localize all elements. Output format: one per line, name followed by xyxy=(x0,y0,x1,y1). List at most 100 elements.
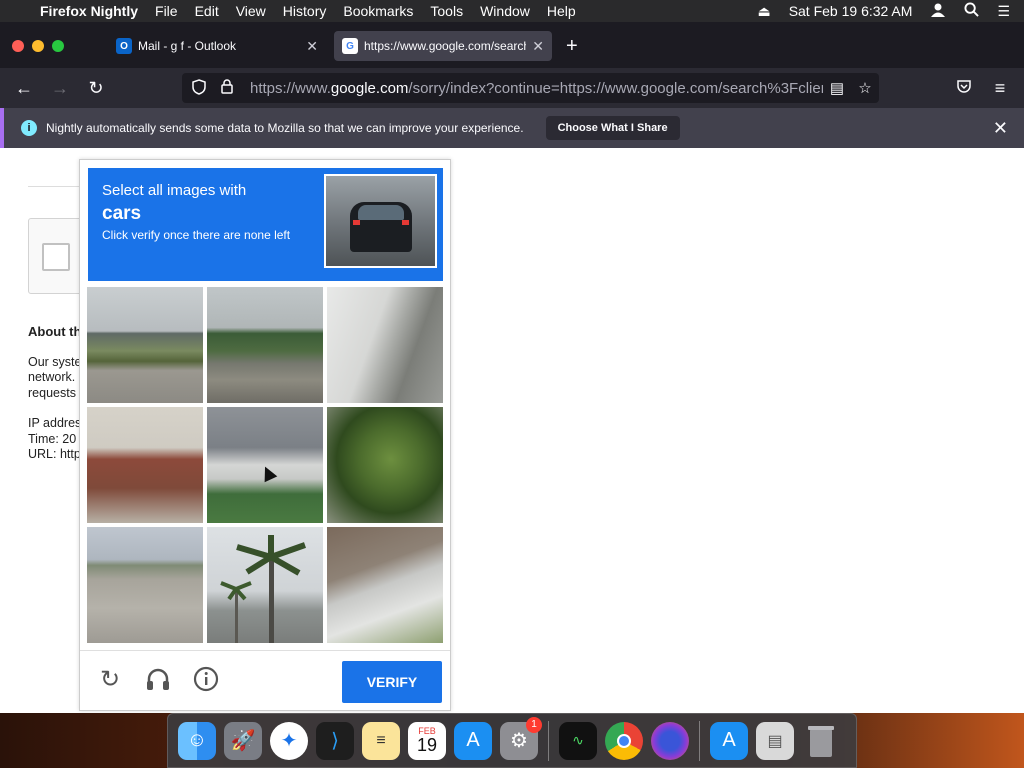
image-tile-building-stairs[interactable] xyxy=(327,527,443,643)
window-controls xyxy=(12,40,64,52)
image-tile-railway-train[interactable] xyxy=(207,287,323,403)
macos-dock: ☺ 🚀 ✦ ⟩ ≡ FEB 19 A ⚙ 1 ∿ A ▤ xyxy=(167,713,857,768)
lock-icon[interactable] xyxy=(216,79,238,97)
challenge-header: Select all images with cars Click verify… xyxy=(88,168,443,281)
navigation-toolbar: ← → ↻ https://www.google.com/sorry/index… xyxy=(0,68,1024,108)
info-challenge-icon[interactable] xyxy=(192,666,220,694)
vscode-icon[interactable]: ⟩ xyxy=(316,721,354,760)
back-arrow-icon[interactable]: ← xyxy=(12,77,36,99)
url-prefix: https://www. xyxy=(250,79,331,97)
reload-challenge-icon[interactable]: ↻ xyxy=(96,666,124,694)
finder-icon[interactable]: ☺ xyxy=(178,721,216,760)
calendar-day: 19 xyxy=(416,735,438,755)
control-center-icon[interactable]: ☰ xyxy=(997,3,1010,20)
choose-what-i-share-button[interactable]: Choose What I Share xyxy=(545,116,680,140)
image-tile-outdoor-stairs[interactable] xyxy=(327,287,443,403)
image-tile-railway-field[interactable] xyxy=(87,287,203,403)
reader-view-icon[interactable]: ▤ xyxy=(823,79,851,97)
eject-icon[interactable]: ⏏ xyxy=(757,3,770,20)
url-bar[interactable]: https://www.google.com/sorry/index?conti… xyxy=(182,73,879,103)
challenge-footer: ↻ VERIFY xyxy=(80,650,450,710)
notes-icon[interactable]: ≡ xyxy=(362,721,400,760)
app-store-icon[interactable]: A xyxy=(454,721,492,760)
time-line: Time: 20 xyxy=(28,432,77,446)
body-line: Our syste xyxy=(28,355,82,369)
sample-car-image xyxy=(324,174,437,268)
activity-monitor-icon[interactable]: ∿ xyxy=(559,721,597,760)
tracking-shield-icon[interactable] xyxy=(188,78,210,98)
verify-button[interactable]: VERIFY xyxy=(342,661,442,703)
launchpad-icon[interactable]: 🚀 xyxy=(224,721,262,760)
google-icon: G xyxy=(342,38,358,54)
recaptcha-challenge-dialog: Select all images with cars Click verify… xyxy=(79,159,451,711)
image-tile-house-porch[interactable] xyxy=(207,407,323,523)
chrome-icon[interactable] xyxy=(605,721,643,760)
dock-separator xyxy=(699,720,700,761)
about-heading: About th xyxy=(28,324,82,339)
challenge-instruction: Click verify once there are none left xyxy=(102,228,291,242)
menu-app-name[interactable]: Firefox Nightly xyxy=(40,3,149,19)
close-notification-icon[interactable]: ✕ xyxy=(993,118,1008,139)
trash-icon[interactable] xyxy=(802,722,840,760)
challenge-prompt: Select all images with xyxy=(102,182,247,199)
menu-file[interactable]: File xyxy=(155,3,189,19)
image-tile-empty-road[interactable] xyxy=(87,527,203,643)
macos-menubar: Firefox Nightly File Edit View History B… xyxy=(0,0,1024,22)
url-path: /sorry/index?continue=https://www.google… xyxy=(408,79,823,97)
close-tab-icon[interactable]: ✕ xyxy=(306,38,318,55)
data-collection-notification: i Nightly automatically sends some data … xyxy=(0,108,1024,148)
dock-separator xyxy=(548,720,549,761)
notification-message: Nightly automatically sends some data to… xyxy=(46,121,524,135)
menu-view[interactable]: View xyxy=(236,3,277,19)
menu-help[interactable]: Help xyxy=(547,3,587,19)
tab-label: https://www.google.com/search xyxy=(364,39,527,53)
zoom-window-button[interactable] xyxy=(52,40,64,52)
bookmark-star-icon[interactable]: ☆ xyxy=(851,79,879,97)
image-tile-palm-trees-street[interactable] xyxy=(207,527,323,643)
car-taillight xyxy=(402,220,409,225)
info-icon: i xyxy=(21,120,37,136)
menu-history[interactable]: History xyxy=(283,3,338,19)
minimize-window-button[interactable] xyxy=(32,40,44,52)
url-text[interactable]: https://www.google.com/sorry/index?conti… xyxy=(250,80,823,97)
url-domain: google.com xyxy=(330,79,409,97)
hamburger-menu-icon[interactable]: ≡ xyxy=(988,77,1012,99)
body-line: requests xyxy=(28,386,76,400)
app-store-downloads-icon[interactable]: A xyxy=(710,721,748,760)
user-icon[interactable] xyxy=(930,2,946,21)
reload-icon[interactable]: ↻ xyxy=(84,77,108,99)
ip-address-line: IP addres xyxy=(28,416,82,430)
calendar-icon[interactable]: FEB 19 xyxy=(408,721,446,760)
close-window-button[interactable] xyxy=(12,40,24,52)
spotlight-search-icon[interactable] xyxy=(964,2,980,20)
new-tab-icon[interactable]: + xyxy=(566,35,578,58)
notification-badge: 1 xyxy=(526,716,542,733)
car-taillight xyxy=(353,220,360,225)
audio-challenge-icon[interactable] xyxy=(144,666,172,694)
tab-strip: O Mail - g f - Outlook ✕ G https://www.g… xyxy=(0,22,1024,68)
menu-window[interactable]: Window xyxy=(480,3,541,19)
close-tab-icon[interactable]: ✕ xyxy=(532,38,544,55)
documents-stack-icon[interactable]: ▤ xyxy=(756,721,794,760)
tab-outlook[interactable]: O Mail - g f - Outlook ✕ xyxy=(108,31,326,61)
pocket-icon[interactable] xyxy=(952,77,976,99)
tab-label: Mail - g f - Outlook xyxy=(138,39,237,53)
firefox-nightly-icon[interactable] xyxy=(651,721,689,760)
menu-bookmarks[interactable]: Bookmarks xyxy=(343,3,424,19)
image-tile-front-porch-steps[interactable] xyxy=(87,407,203,523)
palm-silhouette xyxy=(220,535,306,643)
forward-arrow-icon[interactable]: → xyxy=(48,77,72,99)
menu-edit[interactable]: Edit xyxy=(195,3,230,19)
tab-google[interactable]: G https://www.google.com/search ✕ xyxy=(334,31,552,61)
challenge-target: cars xyxy=(102,203,142,224)
car-window xyxy=(358,205,404,220)
menu-tools[interactable]: Tools xyxy=(430,3,474,19)
recaptcha-checkbox[interactable] xyxy=(42,243,70,271)
system-preferences-icon[interactable]: ⚙ 1 xyxy=(500,716,542,760)
outlook-icon: O xyxy=(116,38,132,54)
image-tile-palm-tree[interactable] xyxy=(327,407,443,523)
safari-icon[interactable]: ✦ xyxy=(270,721,308,760)
menubar-clock[interactable]: Sat Feb 19 6:32 AM xyxy=(789,3,913,19)
body-line: network. xyxy=(28,370,76,384)
url-line: URL: http xyxy=(28,447,81,461)
